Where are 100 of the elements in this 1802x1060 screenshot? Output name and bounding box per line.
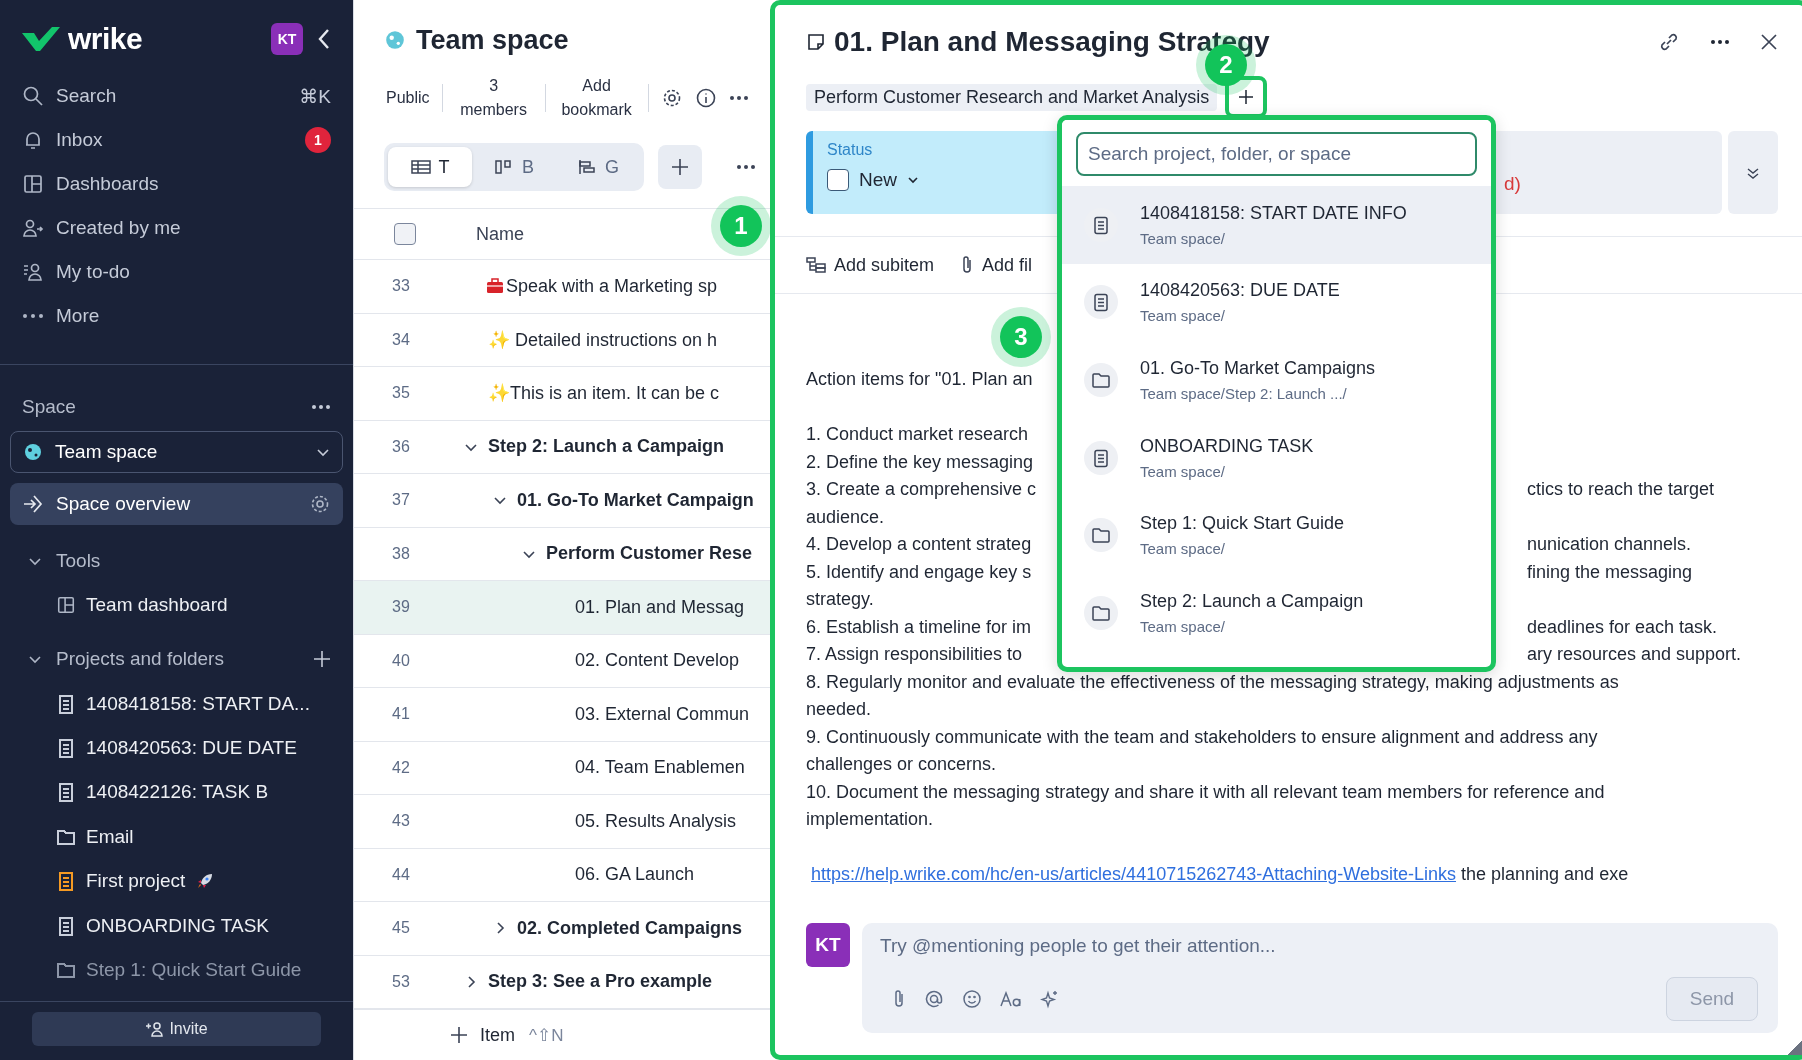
description-text: strategy. <box>806 588 874 611</box>
field-value: d) <box>1504 172 1521 195</box>
expand-fields-button[interactable] <box>1728 131 1778 214</box>
note-icon <box>806 32 826 52</box>
globe-icon <box>23 442 43 462</box>
nav-item[interactable]: Created by me <box>10 206 343 250</box>
meta-link[interactable]: Add bookmark <box>557 74 636 122</box>
collapse-icon[interactable] <box>317 28 331 50</box>
board-icon <box>494 158 514 176</box>
item-name: Speak with a Marketing sp <box>506 275 718 297</box>
field-label: Status <box>827 141 874 159</box>
info-icon[interactable] <box>694 87 717 109</box>
table-icon <box>410 158 431 176</box>
parent-tag[interactable]: Perform Customer Research and Market Analysis <box>806 83 1218 111</box>
row-number: 44 <box>391 865 411 884</box>
description-text: implementation. <box>806 808 934 831</box>
description-text: 8. Regularly monitor and evaluate the effectiveness of the messaging strategy, making adjustments as <box>806 670 1619 694</box>
more-icon[interactable] <box>1710 39 1730 45</box>
clipboard-icon <box>1091 292 1111 313</box>
project-item[interactable]: Step 1: Quick Start Guide <box>0 947 353 993</box>
folder-icon <box>1091 525 1111 546</box>
action-button[interactable]: Add fil <box>960 254 1033 276</box>
tools-section-toggle[interactable]: Tools <box>0 539 353 583</box>
location-option[interactable]: 1408420563: DUE DATE Team space/ <box>1062 263 1491 342</box>
table-row[interactable]: 39 01. Plan and Messag <box>354 581 771 635</box>
space-dropdown[interactable]: Team space <box>10 431 343 473</box>
logo-check-icon <box>22 27 60 51</box>
enter-icon <box>22 493 44 515</box>
todo-list-icon <box>22 261 44 283</box>
row-number: 43 <box>391 812 411 831</box>
add-icon[interactable] <box>313 650 331 669</box>
description-text: ary resources and support. <box>1527 643 1742 666</box>
project-item[interactable]: 1408422126: TASK B <box>0 770 353 815</box>
paperclip-icon[interactable] <box>892 989 906 1009</box>
row-number: 33 <box>391 277 411 296</box>
description-text: 10. Document the messaging strategy and share it with all relevant team members for reference and <box>806 780 1605 804</box>
text-format-icon[interactable] <box>1000 991 1022 1007</box>
user-avatar: KT <box>806 923 850 967</box>
description-text: ctics to reach the target <box>1527 478 1715 501</box>
project-item[interactable]: 1408418158: START DA... <box>0 681 353 726</box>
chevron-icon[interactable] <box>493 494 507 507</box>
chevron-down-icon <box>316 447 330 457</box>
view-tab[interactable]: B <box>472 147 556 187</box>
search-field[interactable]: Search project, folder, or space <box>1076 132 1477 176</box>
section-heading: Space <box>22 396 76 418</box>
more-icon[interactable] <box>736 164 756 170</box>
location-option[interactable]: Step 2: Launch a Campaign Team space/ <box>1062 573 1491 652</box>
nav-item[interactable]: More <box>10 294 343 338</box>
nav-item[interactable]: Dashboards <box>10 162 343 206</box>
nav-item[interactable]: Inbox 1 <box>10 118 343 162</box>
view-tab[interactable]: G <box>556 147 640 187</box>
link-icon[interactable] <box>1658 31 1680 53</box>
description-text: 7. Assign responsibilities to <box>806 643 1023 666</box>
clipboard-icon <box>1091 447 1111 468</box>
settings-icon[interactable] <box>309 493 331 515</box>
location-option[interactable]: Step 1: Quick Start Guide Team space/ <box>1062 496 1491 574</box>
nav-item[interactable]: My to-do <box>10 250 343 294</box>
close-icon[interactable] <box>1760 33 1778 51</box>
project-item[interactable]: 1408420563: DUE DATE <box>0 725 353 771</box>
invite-button[interactable]: Invite <box>32 1012 321 1046</box>
description-text: 1. Conduct market research <box>806 423 1029 446</box>
meta-link[interactable]: 3 members <box>454 74 533 122</box>
status-value: New <box>859 169 897 191</box>
status-checkbox[interactable] <box>827 169 849 191</box>
project-item[interactable]: ONBOARDING TASK <box>0 903 353 948</box>
action-button[interactable]: Add subitem <box>806 254 935 276</box>
nav-item[interactable]: Search ⌘K <box>10 74 343 118</box>
add-icon <box>1237 88 1256 106</box>
project-item[interactable]: First project <box>0 858 353 904</box>
sparkle-icon[interactable] <box>1040 989 1060 1009</box>
add-item-button[interactable]: Item <box>444 1023 521 1047</box>
location-option[interactable]: ONBOARDING TASK Team space/ <box>1062 418 1491 497</box>
add-view-button[interactable] <box>658 145 702 189</box>
column-header: Name <box>476 223 524 245</box>
clipboard-icon <box>1091 214 1111 235</box>
more-icon <box>22 313 44 319</box>
folder-icon <box>1091 370 1111 390</box>
item-name: Perform Customer Rese <box>546 543 753 565</box>
location-option[interactable]: 1408418158: START DATE INFO Team space/ <box>1062 186 1491 264</box>
user-avatar[interactable]: KT <box>271 23 303 55</box>
more-icon[interactable] <box>311 404 331 410</box>
emoji-icon[interactable] <box>962 989 982 1009</box>
item-name: 02. Content Develop <box>575 650 740 672</box>
projects-section-toggle[interactable]: Projects and folders <box>0 637 353 682</box>
item-name: 01. Plan and Messag <box>575 596 745 618</box>
view-tab[interactable]: T <box>388 147 472 187</box>
location-option[interactable]: 01. Go-To Market Campaigns Team space/Step 2: Launch .../ <box>1062 341 1491 419</box>
help-link[interactable]: https://help.wrike.com/hc/en-us/articles/4410715262743-Attaching-Website-Links <box>811 861 1456 889</box>
dashboard-icon <box>22 173 44 195</box>
more-icon[interactable] <box>728 95 749 101</box>
tool-item[interactable]: Team dashboard <box>0 583 353 628</box>
chevron-icon <box>28 556 42 566</box>
space-overview-item[interactable]: Space overview <box>10 483 343 525</box>
description-text: 9. Continuously communicate with the team and stakeholders to ensure alignment and address any <box>806 725 1598 749</box>
add-icon <box>450 1026 468 1044</box>
project-item[interactable]: Email <box>0 814 353 859</box>
select-all-checkbox[interactable] <box>394 223 416 245</box>
mention-icon[interactable] <box>924 989 944 1009</box>
search-icon <box>22 85 44 107</box>
description-text: 4. Develop a content strateg <box>806 533 1032 556</box>
